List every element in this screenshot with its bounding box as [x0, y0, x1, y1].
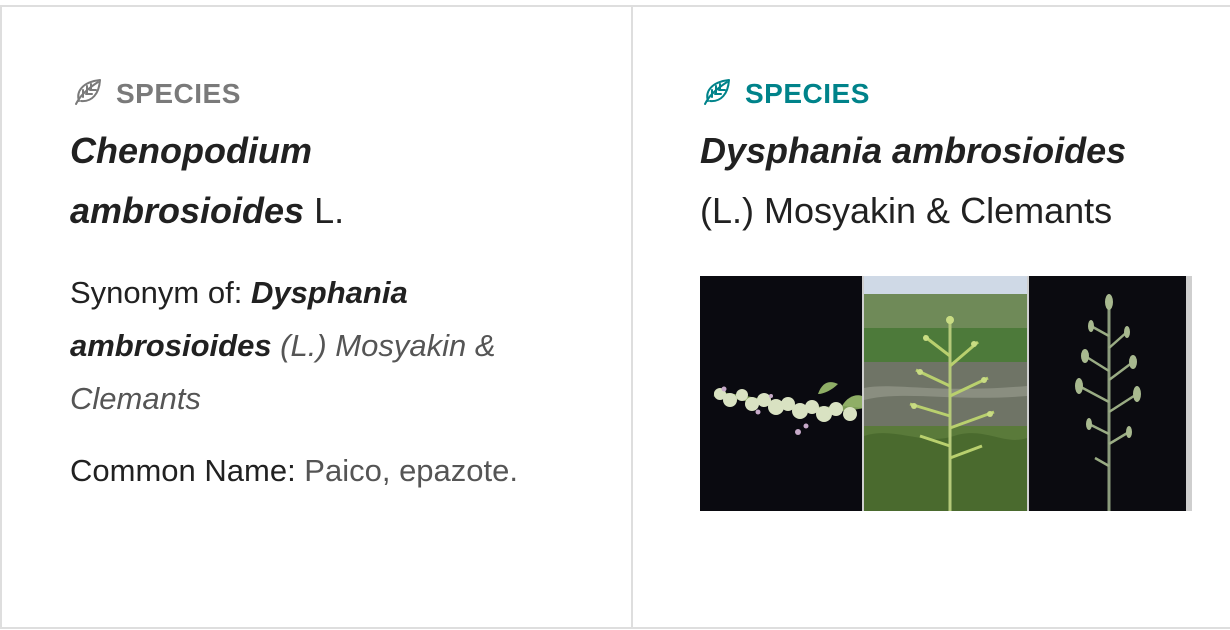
scientific-name-author: L. — [304, 190, 345, 231]
scientific-name[interactable]: Chenopodium ambrosioides L. — [70, 121, 550, 241]
common-name-separator: : — [287, 453, 305, 488]
synonym-label: Synonym of — [70, 275, 234, 310]
photo-plant-by-river[interactable] — [864, 276, 1027, 511]
common-name-label: Common Name — [70, 453, 288, 488]
photo-inflorescence-closeup[interactable] — [700, 276, 862, 511]
leaf-icon — [72, 76, 116, 113]
eyebrow-label: SPECIES — [116, 78, 241, 109]
card-border-bottom — [0, 627, 1230, 629]
common-name-field: Common Name: Paico, epazote. — [70, 444, 550, 497]
species-eyebrow: SPECIES — [701, 78, 870, 109]
scientific-name-binomial: Dysphania ambrosioides — [700, 130, 1127, 171]
scientific-name-author: (L.) Mosyakin & Clemants — [700, 190, 1113, 231]
photo-herbarium-specimen[interactable] — [1029, 276, 1186, 511]
eyebrow-label: SPECIES — [745, 78, 870, 109]
photo-gallery[interactable] — [700, 276, 1192, 511]
leaf-icon — [701, 76, 745, 113]
synonym-separator: : — [233, 275, 251, 310]
synonym-field: Synonym of: Dysphania ambrosioides (L.) … — [70, 266, 550, 425]
species-card-chenopodium[interactable]: SPECIES Chenopodium ambrosioides L. Syno… — [2, 7, 631, 627]
species-card-dysphania[interactable]: SPECIES Dysphania ambrosioides (L.) Mosy… — [633, 7, 1230, 627]
scientific-name[interactable]: Dysphania ambrosioides (L.) Mosyakin & C… — [700, 121, 1220, 241]
common-name-value: Paico, epazote. — [304, 453, 518, 488]
species-eyebrow: SPECIES — [72, 78, 241, 109]
scientific-name-epithet: ambrosioides — [70, 190, 305, 231]
scientific-name-genus: Chenopodium — [70, 130, 312, 171]
